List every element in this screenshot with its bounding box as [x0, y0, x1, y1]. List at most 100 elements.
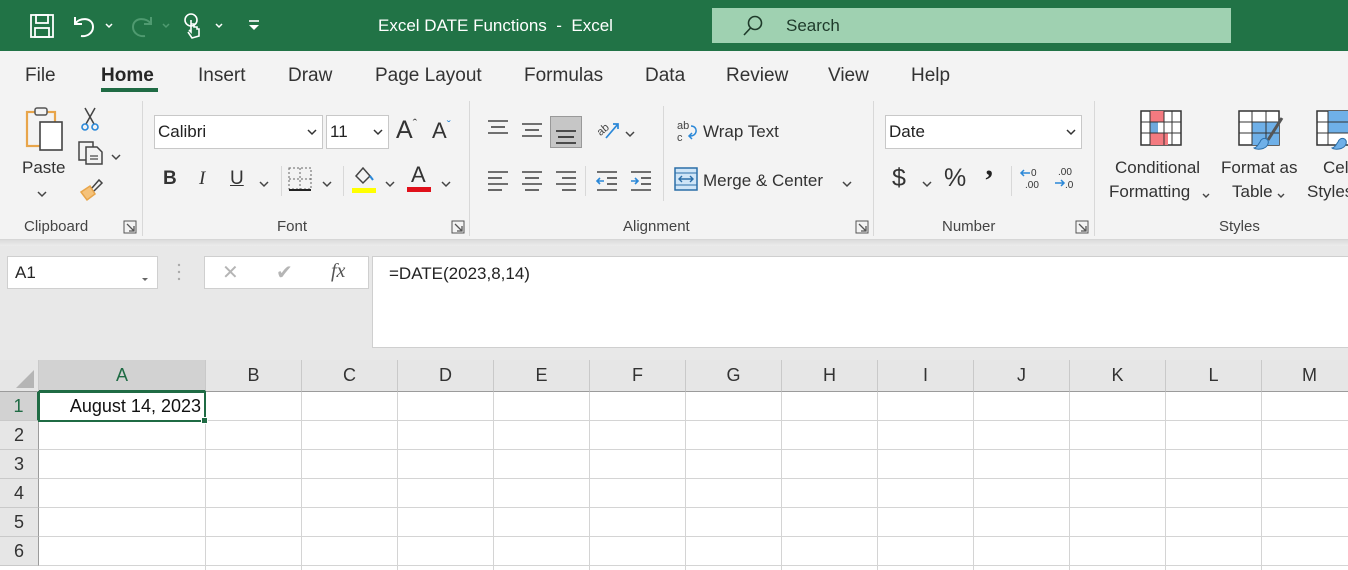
middle-align-icon[interactable] [520, 120, 544, 145]
font-launcher-icon[interactable] [451, 220, 465, 234]
top-align-icon[interactable] [486, 118, 510, 143]
select-all-button[interactable] [0, 360, 39, 392]
font-size-select[interactable]: 11 [326, 115, 389, 149]
title-bar: Excel DATE Functions - Excel Search [0, 0, 1348, 51]
cell-styles-button[interactable]: Cell Styles [1306, 108, 1348, 203]
column-header-g[interactable]: G [686, 360, 782, 392]
tab-home[interactable]: Home [101, 65, 154, 87]
fill-color-icon[interactable] [351, 164, 377, 199]
increase-indent-icon[interactable] [629, 168, 653, 197]
font-name-select[interactable]: Calibri [154, 115, 323, 149]
name-box[interactable]: A1 [7, 256, 158, 289]
name-box-dropdown-icon[interactable] [140, 269, 150, 289]
chevron-down-icon [306, 122, 318, 142]
save-icon[interactable] [28, 12, 56, 40]
orientation-dropdown-icon[interactable] [624, 126, 636, 144]
copy-dropdown-icon[interactable] [110, 149, 122, 167]
row-header-6[interactable]: 6 [0, 537, 39, 566]
row-header-5[interactable]: 5 [0, 508, 39, 537]
undo-icon[interactable] [70, 12, 98, 40]
column-header-i[interactable]: I [878, 360, 974, 392]
orientation-icon[interactable]: ab [594, 116, 622, 147]
column-header-k[interactable]: K [1070, 360, 1166, 392]
fill-color-dropdown-icon[interactable] [384, 176, 396, 194]
touch-mode-dropdown-icon[interactable] [213, 18, 225, 32]
percent-button[interactable]: % [944, 164, 966, 193]
borders-icon[interactable] [288, 167, 312, 196]
format-as-table-button[interactable]: Format as Table [1218, 108, 1304, 203]
merge-center-button[interactable]: Merge & Center [674, 166, 859, 194]
tab-help[interactable]: Help [911, 65, 950, 87]
decrease-decimal-icon[interactable]: .00.0 [1052, 164, 1080, 197]
tab-formulas[interactable]: Formulas [524, 65, 603, 87]
fill-handle[interactable] [201, 417, 208, 424]
gridline-vertical [1165, 392, 1166, 570]
tab-file[interactable]: File [25, 65, 56, 87]
align-center-icon[interactable] [520, 168, 544, 197]
column-header-e[interactable]: E [494, 360, 590, 392]
number-launcher-icon[interactable] [1075, 220, 1089, 234]
redo-icon[interactable] [128, 12, 156, 40]
row-header-1[interactable]: 1 [0, 392, 39, 421]
column-header-h[interactable]: H [782, 360, 878, 392]
tab-review[interactable]: Review [726, 65, 788, 87]
row-header-4[interactable]: 4 [0, 479, 39, 508]
enter-formula-button[interactable]: ✔ [276, 260, 293, 285]
column-header-c[interactable]: C [302, 360, 398, 392]
row-header-2[interactable]: 2 [0, 421, 39, 450]
touch-mode-icon[interactable] [180, 12, 208, 40]
formula-input[interactable]: =DATE(2023,8,14) [372, 256, 1348, 348]
tab-draw[interactable]: Draw [288, 65, 332, 87]
wrap-text-button[interactable]: ab c Wrap Text [676, 118, 796, 146]
row-header-3[interactable]: 3 [0, 450, 39, 479]
search-icon [742, 14, 764, 43]
column-header-l[interactable]: L [1166, 360, 1262, 392]
paste-dropdown-icon[interactable] [36, 186, 48, 204]
currency-button[interactable]: $ [892, 164, 906, 193]
cut-icon[interactable] [80, 106, 100, 137]
font-color-dropdown-icon[interactable] [440, 176, 452, 194]
formula-bar-grip-icon[interactable] [176, 262, 182, 287]
undo-dropdown-icon[interactable] [103, 18, 115, 32]
italic-button[interactable]: I [199, 168, 205, 190]
align-left-icon[interactable] [486, 168, 510, 197]
underline-dropdown-icon[interactable] [258, 176, 270, 194]
customize-qat-icon[interactable] [240, 12, 268, 40]
alignment-launcher-icon[interactable] [855, 220, 869, 234]
decrease-font-size-button[interactable]: Aˇ [432, 118, 451, 144]
cancel-formula-button[interactable]: ✕ [222, 260, 239, 285]
clipboard-group-label: Clipboard [24, 218, 89, 235]
underline-button[interactable]: U [230, 168, 244, 190]
clipboard-launcher-icon[interactable] [123, 220, 137, 234]
bottom-align-button[interactable] [550, 116, 582, 148]
column-header-d[interactable]: D [398, 360, 494, 392]
column-header-m[interactable]: M [1262, 360, 1348, 392]
redo-dropdown-icon[interactable] [160, 18, 172, 32]
conditional-formatting-button[interactable]: Conditional Formatting [1108, 108, 1210, 203]
font-color-button[interactable]: A [407, 162, 433, 192]
align-right-icon[interactable] [554, 168, 578, 197]
column-header-b[interactable]: B [206, 360, 302, 392]
tab-view[interactable]: View [828, 65, 869, 87]
bold-button[interactable]: B [163, 168, 177, 190]
comma-style-button[interactable]: ’ [984, 164, 994, 198]
increase-font-size-button[interactable]: Aˆ [396, 116, 417, 145]
number-format-select[interactable]: Date [885, 115, 1082, 149]
column-header-a[interactable]: A [39, 360, 206, 392]
borders-dropdown-icon[interactable] [321, 176, 333, 194]
format-painter-icon[interactable] [78, 176, 104, 207]
tab-page-layout[interactable]: Page Layout [375, 65, 482, 87]
column-header-j[interactable]: J [974, 360, 1070, 392]
tab-insert[interactable]: Insert [198, 65, 246, 87]
currency-dropdown-icon[interactable] [921, 176, 933, 194]
paste-button[interactable]: Paste [20, 106, 70, 201]
merge-center-dropdown-icon[interactable] [841, 176, 853, 194]
insert-function-button[interactable]: fx [331, 260, 345, 283]
decrease-indent-icon[interactable] [595, 168, 619, 197]
increase-decimal-icon[interactable]: 0.00 [1018, 164, 1046, 197]
cell-a1[interactable]: August 14, 2023 [38, 391, 206, 422]
column-header-f[interactable]: F [590, 360, 686, 392]
search-box[interactable]: Search [712, 8, 1231, 43]
copy-icon[interactable] [77, 140, 105, 171]
tab-data[interactable]: Data [645, 65, 685, 87]
